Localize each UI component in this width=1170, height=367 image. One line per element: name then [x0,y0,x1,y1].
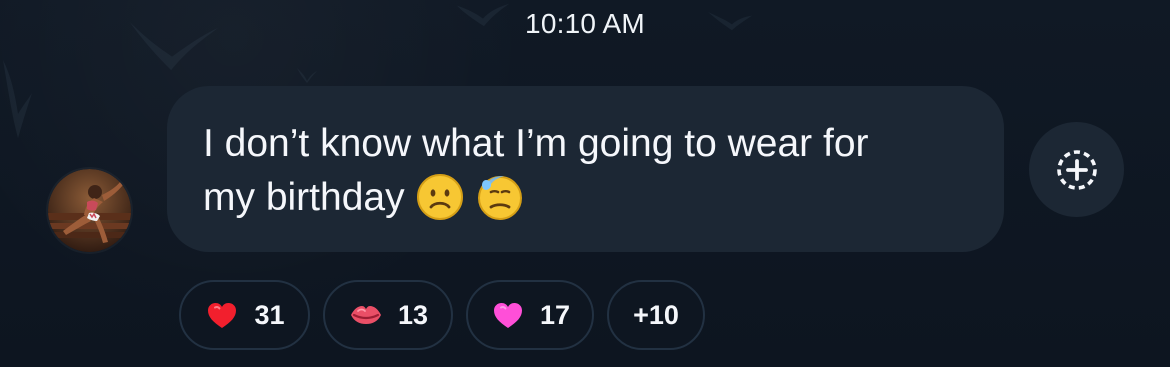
kiss-lips-icon [350,306,381,324]
red-heart-icon [208,303,237,328]
reaction-kiss[interactable]: 13 [323,280,453,350]
message-text: I don’t know what I’m going to wear for … [203,117,968,225]
background-bird-icon [297,68,317,83]
reaction-pink-heart[interactable]: 17 [466,280,594,350]
add-reaction-icon [1056,149,1097,190]
message-line-2: my birthday [203,176,405,219]
slightly-frowning-face-icon [416,173,463,220]
pink-heart-icon [493,303,522,328]
message-line-1: I don’t know what I’m going to wear for [203,122,869,165]
reaction-count: 31 [254,299,285,330]
add-reaction-button[interactable] [1029,122,1124,217]
chat-screen: 10:10 AM I don’t know what I’m going to … [0,0,1170,367]
reaction-count: 13 [397,299,429,330]
more-reactions-label: +10 [633,299,679,330]
background-bird-icon [3,60,32,138]
message-timestamp: 10:10 AM [525,8,645,39]
more-reactions-button[interactable]: +10 [607,280,705,350]
avatar[interactable] [48,169,131,252]
message-bubble[interactable]: I don’t know what I’m going to wear for … [167,86,1004,252]
reaction-count: 17 [539,299,571,330]
reaction-heart[interactable]: 31 [179,280,310,350]
avatar-image [48,169,131,252]
downcast-face-with-sweat-icon [477,175,522,220]
